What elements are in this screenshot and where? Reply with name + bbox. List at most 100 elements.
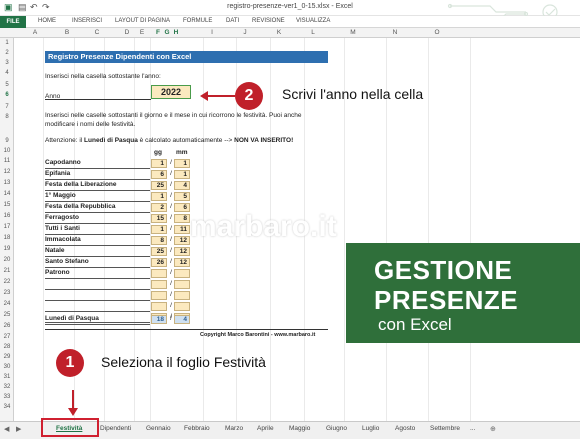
row-header[interactable]: 30 [0, 364, 14, 370]
row-header[interactable]: 32 [0, 384, 14, 390]
holiday-day-cell[interactable]: 2 [151, 203, 167, 212]
holiday-month-cell[interactable]: 8 [174, 214, 190, 223]
tab-scroll-right-icon[interactable]: ▶ [16, 425, 21, 433]
holiday-month-cell[interactable] [174, 269, 190, 278]
tab-formule[interactable]: FORMULE [183, 18, 212, 24]
row-header[interactable]: 16 [0, 213, 14, 219]
column-header[interactable]: E [137, 29, 147, 36]
holiday-name[interactable]: Capodanno [45, 159, 81, 166]
holiday-name[interactable]: Immacolata [45, 236, 81, 243]
column-header[interactable]: L [306, 29, 320, 36]
row-header[interactable]: 9 [0, 138, 14, 144]
holiday-month-cell[interactable]: 6 [174, 203, 190, 212]
column-header[interactable]: A [28, 29, 42, 36]
column-header[interactable]: M [346, 29, 360, 36]
tab-home[interactable]: HOME [38, 18, 56, 24]
row-header[interactable]: 15 [0, 202, 14, 208]
row-header[interactable]: 5 [0, 82, 14, 88]
holiday-day-cell[interactable]: 25 [151, 181, 167, 190]
row-header[interactable]: 26 [0, 323, 14, 329]
column-header[interactable]: O [430, 29, 444, 36]
sheet-tab-giugno[interactable]: Giugno [326, 425, 347, 432]
column-header[interactable]: K [272, 29, 286, 36]
sheet-tab-agosto[interactable]: Agosto [395, 425, 415, 432]
holiday-name[interactable]: Santo Stefano [45, 258, 89, 265]
row-header[interactable]: 8 [0, 114, 14, 120]
holiday-day-cell[interactable] [151, 280, 167, 289]
holiday-month-cell[interactable]: 5 [174, 192, 190, 201]
tab-inserisci[interactable]: INSERISCI [72, 18, 102, 24]
column-header[interactable]: G [163, 29, 171, 36]
row-header[interactable]: 25 [0, 312, 14, 318]
holiday-name[interactable]: Ferragosto [45, 214, 79, 221]
row-header[interactable]: 18 [0, 235, 14, 241]
sheet-tab-aprile[interactable]: Aprile [257, 425, 274, 432]
tab-file[interactable]: FILE [0, 16, 26, 28]
row-header[interactable]: 11 [0, 158, 14, 164]
holiday-day-cell[interactable]: 1 [151, 159, 167, 168]
row-header[interactable]: 31 [0, 374, 14, 380]
year-input-cell[interactable]: 2022 [151, 85, 191, 99]
tab-dati[interactable]: DATI [226, 18, 239, 24]
holiday-day-cell[interactable] [151, 302, 167, 311]
sheet-tab-maggio[interactable]: Maggio [289, 425, 310, 432]
column-header[interactable]: N [388, 29, 402, 36]
row-header[interactable]: 12 [0, 169, 14, 175]
holiday-month-cell[interactable]: 12 [174, 247, 190, 256]
holiday-day-cell[interactable] [151, 291, 167, 300]
row-header[interactable]: 24 [0, 301, 14, 307]
holiday-month-cell[interactable] [174, 291, 190, 300]
holiday-month-cell[interactable]: 1 [174, 159, 190, 168]
row-header[interactable]: 20 [0, 257, 14, 263]
row-header[interactable]: 19 [0, 246, 14, 252]
row-header[interactable]: 34 [0, 404, 14, 410]
row-header[interactable]: 1 [0, 40, 14, 46]
row-header[interactable]: 7 [0, 104, 14, 110]
column-header[interactable]: J [238, 29, 252, 36]
sheet-tab-gennaio[interactable]: Gennaio [146, 425, 171, 432]
holiday-month-cell[interactable]: 11 [174, 225, 190, 234]
column-header[interactable]: B [60, 29, 74, 36]
holiday-month-cell[interactable] [174, 280, 190, 289]
row-header[interactable]: 28 [0, 344, 14, 350]
column-header[interactable]: D [120, 29, 134, 36]
row-header[interactable]: 4 [0, 70, 14, 76]
holiday-day-cell[interactable] [151, 269, 167, 278]
holiday-month-cell[interactable]: 1 [174, 170, 190, 179]
sheet-tabs-more[interactable]: ... [470, 425, 475, 432]
holiday-name[interactable]: Epifania [45, 170, 70, 177]
holiday-month-cell[interactable]: 12 [174, 236, 190, 245]
tab-visualizza[interactable]: VISUALIZZA [296, 18, 330, 24]
holiday-month-cell[interactable] [174, 302, 190, 311]
column-header[interactable]: I [205, 29, 219, 36]
column-header[interactable]: F [154, 29, 162, 36]
column-header[interactable]: C [90, 29, 104, 36]
row-header[interactable]: 10 [0, 148, 14, 154]
holiday-day-cell[interactable]: 1 [151, 192, 167, 201]
sheet-tab-settembre[interactable]: Settembre [430, 425, 460, 432]
holiday-name[interactable]: 1° Maggio [45, 192, 76, 199]
column-header[interactable]: H [172, 29, 180, 36]
sheet-tab-febbraio[interactable]: Febbraio [184, 425, 210, 432]
row-header[interactable]: 3 [0, 60, 14, 66]
sheet-tab-marzo[interactable]: Marzo [225, 425, 243, 432]
row-header[interactable]: 33 [0, 394, 14, 400]
tab-revisione[interactable]: REVISIONE [252, 18, 285, 24]
new-sheet-icon[interactable]: ⊕ [490, 425, 496, 433]
row-header[interactable]: 17 [0, 224, 14, 230]
holiday-day-cell[interactable]: 8 [151, 236, 167, 245]
row-header[interactable]: 2 [0, 50, 14, 56]
holiday-month-cell[interactable]: 4 [174, 181, 190, 190]
holiday-day-cell[interactable]: 25 [151, 247, 167, 256]
row-header[interactable]: 13 [0, 180, 14, 186]
holiday-day-cell[interactable]: 15 [151, 214, 167, 223]
sheet-tab-luglio[interactable]: Luglio [362, 425, 379, 432]
row-header[interactable]: 23 [0, 290, 14, 296]
row-header[interactable]: 14 [0, 191, 14, 197]
tab-layout-di-pagina[interactable]: LAYOUT DI PAGINA [115, 18, 170, 24]
row-header[interactable]: 22 [0, 279, 14, 285]
holiday-name[interactable]: Natale [45, 247, 65, 254]
holiday-name[interactable]: Tutti i Santi [45, 225, 80, 232]
holiday-day-cell[interactable]: 1 [151, 225, 167, 234]
row-header[interactable]: 21 [0, 268, 14, 274]
